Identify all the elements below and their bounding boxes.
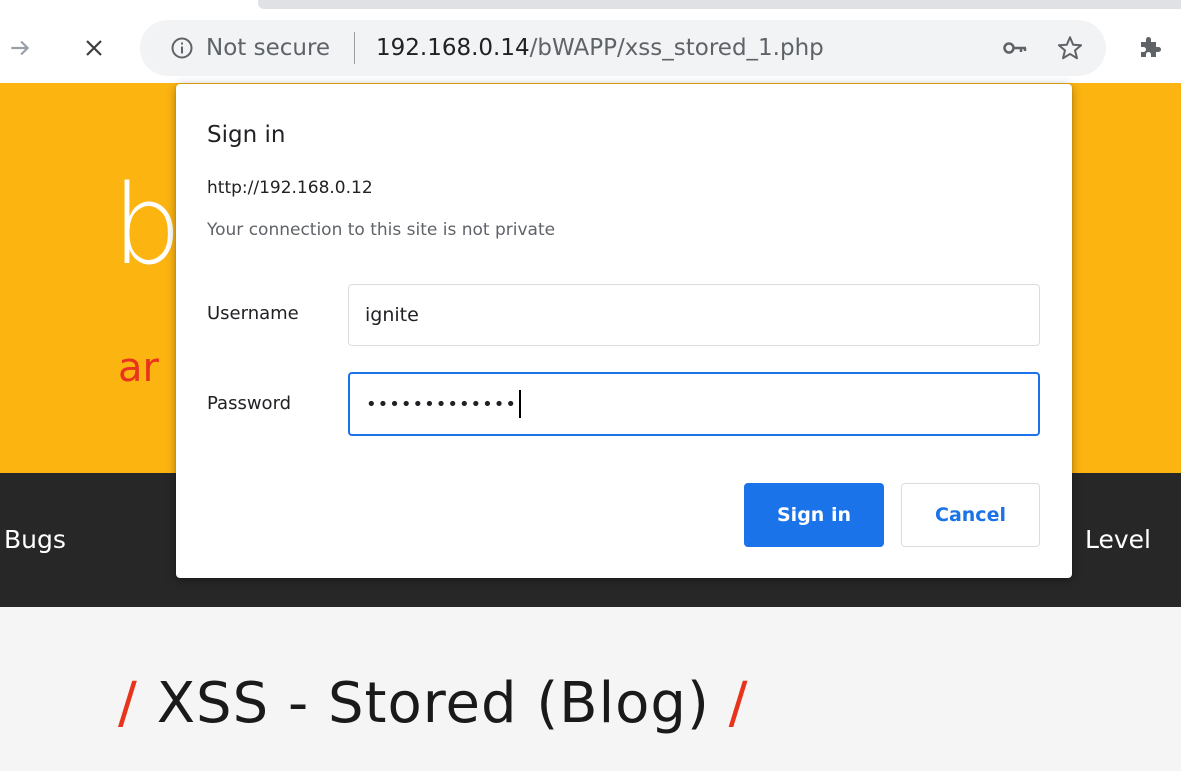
username-field[interactable]: ignite (348, 284, 1040, 346)
menu-item-bugs[interactable]: Bugs (4, 525, 66, 554)
text-caret (519, 390, 522, 418)
url-text[interactable]: 192.168.0.14/bWAPP/xss_stored_1.php (376, 34, 824, 62)
title-slash-right: / (728, 671, 749, 736)
title-text: XSS - Stored (Blog) (156, 671, 710, 736)
tab-strip-edge (258, 0, 1181, 9)
address-bar[interactable]: Not secure 192.168.0.14/bWAPP/xss_stored… (140, 20, 1106, 76)
browser-toolbar: Not secure 192.168.0.14/bWAPP/xss_stored… (0, 0, 1181, 83)
close-icon (86, 40, 102, 56)
security-status[interactable]: Not secure (206, 34, 330, 62)
sign-in-button[interactable]: Sign in (744, 483, 884, 547)
dialog-title: Sign in (207, 122, 286, 148)
cancel-button[interactable]: Cancel (901, 483, 1040, 547)
key-icon[interactable] (1002, 36, 1028, 60)
password-value: ••••••••••••• (366, 393, 518, 415)
puzzle-icon[interactable] (1136, 32, 1166, 62)
url-host: 192.168.0.14 (376, 35, 530, 61)
password-label: Password (207, 393, 292, 414)
dialog-warning: Your connection to this site is not priv… (207, 220, 556, 240)
username-label: Username (207, 303, 299, 324)
password-field[interactable]: ••••••••••••• (348, 372, 1040, 436)
sign-in-dialog: Sign in http://192.168.0.12 Your connect… (176, 84, 1072, 578)
forward-arrow-icon (11, 40, 30, 56)
username-value: ignite (365, 304, 419, 326)
site-logo: b (112, 161, 182, 289)
forward-button[interactable] (0, 28, 40, 68)
star-icon[interactable] (1056, 34, 1084, 62)
menu-item-level[interactable]: Level (1085, 525, 1151, 554)
title-slash-left: / (118, 671, 138, 736)
omnibox-separator (354, 32, 355, 64)
site-logo-subtitle: ar (118, 345, 159, 391)
page-title: / XSS - Stored (Blog) / (118, 676, 748, 732)
info-icon[interactable] (170, 36, 194, 60)
stop-button[interactable] (74, 28, 114, 68)
dialog-origin: http://192.168.0.12 (207, 178, 373, 198)
url-path: /bWAPP/xss_stored_1.php (529, 35, 824, 61)
